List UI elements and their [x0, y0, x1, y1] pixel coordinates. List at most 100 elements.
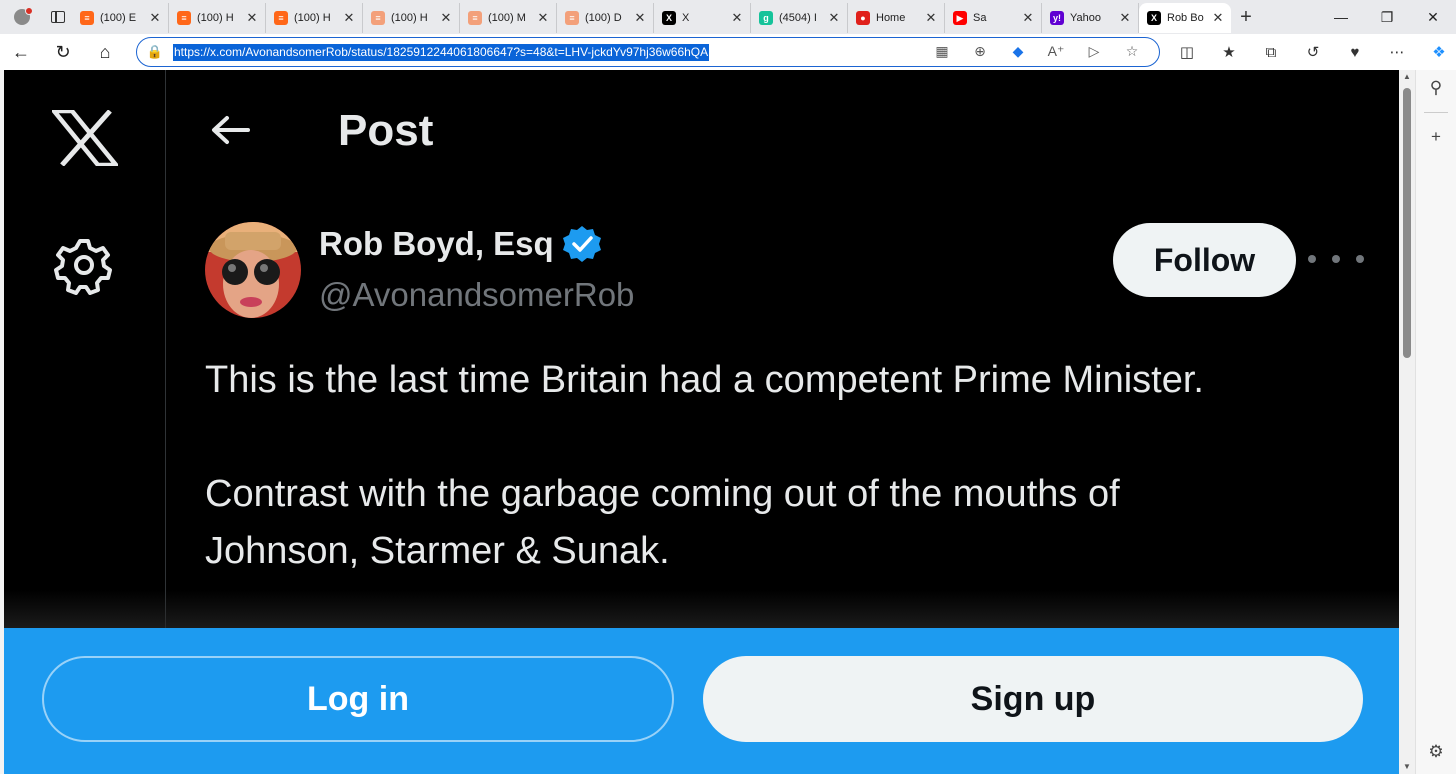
tab-title: (100) H	[197, 12, 234, 24]
browser-tab-strip: ≡ (100) E ✕ ≡ (100) H ✕ ≡ (100) H ✕ ≡ (100) H ✕ ≡ (10…	[0, 0, 1456, 34]
back-arrow-button[interactable]	[204, 110, 256, 150]
browser-tab[interactable]: ≡ (100) M ✕	[460, 3, 557, 33]
browser-tab[interactable]: y! Yahoo ✕	[1042, 3, 1139, 33]
tab-title: (100) D	[585, 12, 622, 24]
close-tab-icon[interactable]: ✕	[1211, 10, 1225, 26]
tab-list: ≡ (100) E ✕ ≡ (100) H ✕ ≡ (100) H ✕ ≡ (100) H ✕ ≡ (10…	[72, 1, 1231, 33]
back-button[interactable]: ←	[0, 34, 42, 70]
zoom-icon[interactable]: ⊕	[961, 43, 999, 60]
browser-tab[interactable]: g (4504) I ✕	[751, 3, 848, 33]
substack-icon: ≡	[274, 11, 288, 25]
tab-actions-button[interactable]	[44, 0, 72, 34]
read-aloud-icon[interactable]: A⁺	[1037, 43, 1075, 60]
copilot-icon[interactable]: ❖	[1418, 43, 1456, 61]
close-tab-icon[interactable]: ✕	[245, 10, 259, 26]
tab-title: (100) H	[294, 12, 331, 24]
x-logo-icon[interactable]	[52, 110, 118, 166]
tab-title: Rob Bo	[1167, 12, 1204, 24]
more-options-button[interactable]	[1308, 244, 1364, 274]
close-tab-icon[interactable]: ✕	[633, 10, 647, 26]
log-in-button[interactable]: Log in	[42, 656, 674, 742]
scrollbar-thumb[interactable]	[1403, 88, 1411, 358]
collections-icon[interactable]: ⧉	[1250, 44, 1292, 61]
immersive-reader-icon[interactable]: ▷	[1075, 43, 1113, 60]
tab-title: (100) E	[100, 12, 137, 24]
browser-tab[interactable]: ▶ Sa ✕	[945, 3, 1042, 33]
close-window-button[interactable]: ✕	[1410, 0, 1456, 34]
author-name[interactable]: Rob Boyd, Esq	[319, 225, 554, 263]
content-fade	[4, 590, 1399, 630]
g-icon: g	[759, 11, 773, 25]
sign-up-button[interactable]: Sign up	[703, 656, 1363, 742]
toolbar-right-actions: ◫ ★ ⧉ ↺ ♥ ⋯ ❖	[1166, 34, 1456, 70]
browser-tab[interactable]: X Rob Bo ✕	[1139, 3, 1231, 33]
side-panel-settings-icon[interactable]: ⚙	[1416, 734, 1456, 770]
tab-title: Home	[876, 12, 906, 24]
search-icon[interactable]: ⚲	[1416, 70, 1456, 106]
microphone-icon: ●	[856, 11, 870, 25]
close-tab-icon[interactable]: ✕	[730, 10, 744, 26]
scroll-down-arrow-icon[interactable]: ▼	[1399, 760, 1415, 774]
history-icon[interactable]: ↺	[1292, 43, 1334, 61]
substack-icon: ≡	[371, 11, 385, 25]
browser-tab[interactable]: ● Home ✕	[848, 3, 945, 33]
refresh-button[interactable]: ↻	[42, 34, 84, 70]
x-icon: X	[1147, 11, 1161, 25]
close-tab-icon[interactable]: ✕	[1118, 10, 1132, 26]
browser-essentials-icon[interactable]: ♥	[1334, 44, 1376, 61]
tab-title: (100) H	[391, 12, 428, 24]
close-tab-icon[interactable]: ✕	[827, 10, 841, 26]
page-title: Post	[338, 106, 434, 155]
coupon-tag-icon[interactable]: ◆	[999, 43, 1037, 60]
browser-tab[interactable]: ≡ (100) H ✕	[363, 3, 460, 33]
browser-tab[interactable]: ≡ (100) E ✕	[72, 3, 169, 33]
browser-tab[interactable]: X X ✕	[654, 3, 751, 33]
window-controls: — ❐ ✕	[1318, 0, 1456, 34]
x-icon: X	[662, 11, 676, 25]
close-tab-icon[interactable]: ✕	[924, 10, 938, 26]
avatar[interactable]	[205, 222, 301, 318]
substack-icon: ≡	[565, 11, 579, 25]
close-tab-icon[interactable]: ✕	[342, 10, 356, 26]
edge-side-panel: ⚲ + ⚙	[1415, 70, 1456, 774]
profile-button[interactable]	[0, 0, 44, 34]
close-tab-icon[interactable]: ✕	[148, 10, 162, 26]
scroll-up-arrow-icon[interactable]: ▲	[1399, 70, 1415, 84]
browser-tab[interactable]: ≡ (100) H ✕	[266, 3, 363, 33]
lock-icon[interactable]: 🔒	[137, 44, 173, 60]
tab-title: (100) M	[488, 12, 526, 24]
close-tab-icon[interactable]: ✕	[439, 10, 453, 26]
more-tools-icon[interactable]: ⋯	[1376, 43, 1418, 61]
page-scrollbar[interactable]: ▲ ▼	[1399, 70, 1415, 774]
url-text[interactable]: https://x.com/AvonandsomerRob/status/182…	[173, 43, 710, 61]
add-icon[interactable]: +	[1416, 119, 1456, 155]
youtube-icon: ▶	[953, 11, 967, 25]
address-bar[interactable]: 🔒 https://x.com/AvonandsomerRob/status/1…	[136, 37, 1160, 67]
new-tab-button[interactable]: +	[1231, 2, 1261, 32]
follow-button[interactable]: Follow	[1113, 223, 1296, 297]
tab-title: (4504) I	[779, 12, 817, 24]
yahoo-icon: y!	[1050, 11, 1064, 25]
tab-title: Yahoo	[1070, 12, 1101, 24]
restore-button[interactable]: ❐	[1364, 0, 1410, 34]
more-dot-icon	[1308, 255, 1316, 263]
app-available-icon[interactable]: ▦	[923, 43, 961, 60]
close-tab-icon[interactable]: ✕	[1021, 10, 1035, 26]
more-dot-icon	[1356, 255, 1364, 263]
browser-toolbar: ← ↻ ⌂ 🔒 https://x.com/AvonandsomerRob/st…	[0, 34, 1456, 70]
split-screen-icon[interactable]: ◫	[1166, 43, 1208, 61]
author-handle[interactable]: @AvonandsomerRob	[319, 276, 634, 314]
favorite-star-icon[interactable]: ☆	[1113, 43, 1151, 60]
tweet-paragraph: Contrast with the garbage coming out of …	[205, 473, 1120, 572]
home-button[interactable]: ⌂	[84, 34, 126, 70]
tab-title: Sa	[973, 12, 987, 24]
back-arrow-icon	[212, 116, 250, 144]
settings-gear-icon[interactable]	[54, 235, 114, 295]
favorites-icon[interactable]: ★	[1208, 43, 1250, 61]
close-tab-icon[interactable]: ✕	[536, 10, 550, 26]
substack-icon: ≡	[80, 11, 94, 25]
browser-tab[interactable]: ≡ (100) D ✕	[557, 3, 654, 33]
verified-badge-icon[interactable]	[562, 224, 602, 264]
browser-tab[interactable]: ≡ (100) H ✕	[169, 3, 266, 33]
minimize-button[interactable]: —	[1318, 0, 1364, 34]
